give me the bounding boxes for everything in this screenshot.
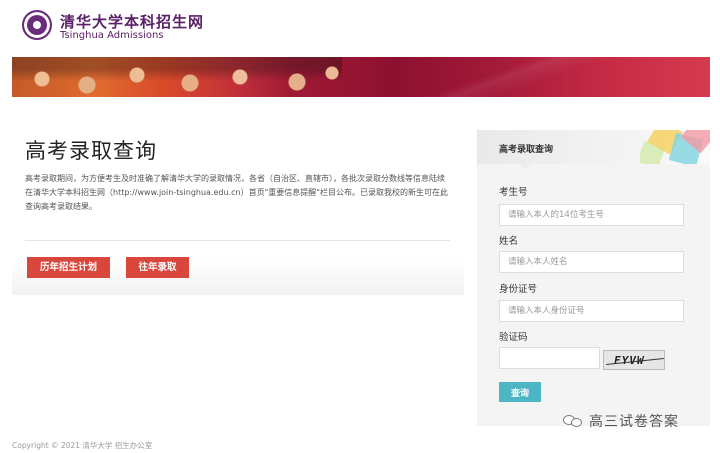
name-input[interactable] [499,251,684,273]
panel-header: 高考录取查询 [477,130,710,164]
page-description: 高考录取期间，为方便考生及时准确了解清华大学的录取情况，各省（自治区、直辖市），… [25,174,448,211]
content-divider [25,240,450,241]
footer-copyright: Copyright © 2021 清华大学 招生办公室 [12,441,153,450]
watermark-text: 高三试卷答案 [589,414,679,430]
students-photo [12,57,342,97]
page-title: 高考录取查询 [25,139,157,163]
exam-number-label: 考生号 [499,187,528,198]
watermark: 高三试卷答案 [563,411,679,431]
past-admissions-button[interactable]: 往年录取 [126,257,189,278]
id-number-input[interactable] [499,300,684,322]
enrollment-plan-button[interactable]: 历年招生计划 [27,257,110,278]
panel-decoration [640,130,710,164]
tsinghua-seal-icon[interactable] [22,10,52,40]
panel-title: 高考录取查询 [499,145,554,155]
captcha-input[interactable] [499,347,600,369]
banner-decoration [350,57,710,97]
site-name-en[interactable]: Tsinghua Admissions [60,30,164,41]
captcha-image[interactable]: FYVW [603,350,665,370]
query-submit-button[interactable]: 查询 [499,382,541,402]
query-panel: 高考录取查询 考生号 姓名 身份证号 验证码 FYVW 查询 [477,130,710,426]
name-label: 姓名 [499,236,519,247]
site-name-cn[interactable]: 清华大学本科招生网 [60,11,204,32]
site-header: 清华大学本科招生网 Tsinghua Admissions [0,0,720,50]
wechat-icon [563,413,583,429]
hero-banner [12,57,710,97]
id-number-label: 身份证号 [499,284,538,295]
panel-notch [519,164,531,170]
captcha-label: 验证码 [499,332,528,343]
exam-number-input[interactable] [499,204,684,226]
